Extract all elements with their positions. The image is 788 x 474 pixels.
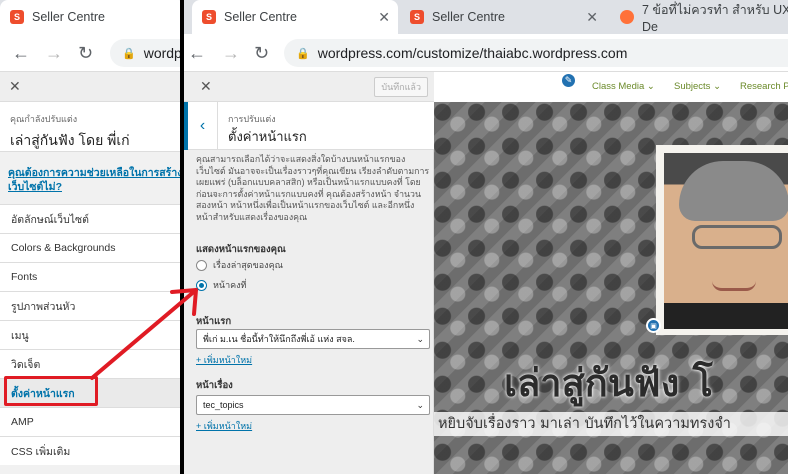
forward-icon[interactable]: → — [222, 43, 240, 64]
shopee-icon: S — [10, 10, 24, 24]
menu-additional-css[interactable]: CSS เพิ่มเติม — [0, 436, 186, 465]
nav-subjects[interactable]: Subjects ⌄ — [674, 81, 721, 92]
tab-bar: S Seller Centre — [0, 0, 186, 34]
posts-page-select[interactable]: tec_topics ⌄ — [196, 395, 430, 415]
address-bar: ← → ↻ 🔒 wordpr — [0, 34, 186, 72]
shopee-icon: S — [202, 10, 216, 24]
radio-button-selected[interactable] — [196, 279, 207, 291]
back-chevron-icon[interactable]: ‹ — [184, 102, 218, 150]
tab-bar: S Seller Centre ✕ S Seller Centre ✕ 7 ข้… — [184, 0, 788, 34]
tab-title: Seller Centre — [32, 10, 105, 24]
section-title: ตั้งค่าหน้าแรก — [228, 129, 307, 144]
menu-amp[interactable]: AMP — [0, 407, 186, 436]
reload-icon[interactable]: ↻ — [254, 43, 269, 64]
image-edit-icon[interactable]: ▣ — [646, 318, 661, 333]
firefox-icon — [620, 10, 634, 24]
customizer-menu: อัตลักษณ์เว็บไซต์ Colors & Backgrounds F… — [0, 204, 186, 465]
menu-fonts[interactable]: Fonts — [0, 262, 186, 291]
site-title: เล่าสู่กันฟัง โดย พี่เก่ — [10, 132, 130, 148]
homepage-select[interactable]: พี่เก่ ม.เน ชื่อนี้ทำให้นึกถึงพี่เอ้ แห่… — [196, 329, 430, 349]
menu-header-image[interactable]: รูปภาพส่วนหัว — [0, 291, 186, 320]
address-bar: ← → ↻ 🔒 wordpress.com/customize/thaiabc.… — [184, 34, 788, 72]
customizing-label: คุณกำลังปรับแต่ง — [10, 114, 78, 124]
preview-nav: Class Media ⌄ Subjects ⌄ Research Pa — [434, 72, 788, 102]
back-icon[interactable]: ← — [12, 43, 30, 64]
menu-menus[interactable]: เมนู — [0, 320, 186, 349]
radio-label: เรื่องล่าสุดของคุณ — [213, 260, 283, 270]
section-description: คุณสามารถเลือกได้ว่าจะแสดงสิ่งใดบ้างบนหน… — [196, 154, 430, 222]
tab-ux-article[interactable]: 7 ข้อที่ไม่ควรทำ สำหรับ UX De — [610, 0, 788, 34]
menu-site-identity[interactable]: อัตลักษณ์เว็บไซต์ — [0, 204, 186, 233]
tab-seller-centre-active[interactable]: S Seller Centre ✕ — [192, 0, 398, 34]
forward-icon[interactable]: → — [45, 43, 63, 64]
back-icon[interactable]: ← — [188, 43, 206, 64]
nav-research[interactable]: Research Pa — [740, 81, 788, 92]
tab-title: 7 ข้อที่ไม่ควรทำ สำหรับ UX De — [642, 3, 788, 34]
radio-latest-posts[interactable]: เรื่องล่าสุดของคุณ — [196, 258, 283, 272]
homepage-label: หน้าแรก — [196, 316, 232, 327]
section-header: ‹ การปรับแต่ง ตั้งค่าหน้าแรก — [184, 102, 434, 150]
close-icon[interactable]: ✕ — [200, 78, 212, 95]
pencil-edit-icon[interactable]: ✎ — [560, 72, 577, 89]
right-screenshot: S Seller Centre ✕ S Seller Centre ✕ 7 ข้… — [184, 0, 788, 474]
tab-close-icon[interactable]: ✕ — [586, 9, 598, 26]
lock-icon: 🔒 — [122, 47, 136, 60]
add-new-page-link[interactable]: + เพิ่มหน้าใหม่ — [196, 353, 252, 367]
tab-seller-centre[interactable]: S Seller Centre — [0, 0, 186, 34]
profile-photo — [656, 145, 788, 335]
saved-button[interactable]: บันทึกแล้ว — [374, 77, 428, 97]
chevron-down-icon: ⌄ — [416, 334, 424, 344]
add-new-page-link-2[interactable]: + เพิ่มหน้าใหม่ — [196, 419, 252, 433]
shopee-icon: S — [410, 10, 424, 24]
customizer-header: ✕ บันทึกแล้ว — [184, 72, 434, 102]
menu-colors-backgrounds[interactable]: Colors & Backgrounds — [0, 233, 186, 262]
preview-tagline: หยิบจับเรื่องราว มาเล่า บันทึกไว้ในความท… — [434, 412, 788, 436]
homepage-select-value: พี่เก่ ม.เน ชื่อนี้ทำให้นึกถึงพี่เอ้ แห่… — [203, 334, 355, 344]
tab-seller-centre-2[interactable]: S Seller Centre ✕ — [400, 0, 606, 34]
radio-label: หน้าคงที่ — [213, 280, 247, 290]
customizer-header: ✕ — [0, 72, 186, 102]
close-icon[interactable]: ✕ — [9, 78, 21, 95]
radio-static-page[interactable]: หน้าคงที่ — [196, 278, 247, 292]
site-preview: Class Media ⌄ Subjects ⌄ Research Pa ▣ เ… — [434, 72, 788, 474]
tab-close-icon[interactable]: ✕ — [378, 9, 390, 26]
posts-select-value: tec_topics — [203, 400, 244, 410]
url-field[interactable]: 🔒 wordpr — [110, 39, 186, 67]
section-breadcrumb: การปรับแต่ง — [228, 114, 276, 124]
url-text: wordpress.com/customize/thaiabc.wordpres… — [317, 45, 628, 61]
portrait-image — [664, 153, 788, 329]
preview-site-title: เล่าสู่กันฟัง โ — [504, 361, 713, 405]
menu-widgets[interactable]: วิดเจ็ต — [0, 349, 186, 378]
tab-title: Seller Centre — [432, 10, 505, 24]
display-label: แสดงหน้าแรกของคุณ — [196, 244, 286, 255]
tab-title: Seller Centre — [224, 10, 297, 24]
radio-button[interactable] — [196, 259, 207, 271]
customizer-title-box: คุณกำลังปรับแต่ง เล่าสู่กันฟัง โดย พี่เก… — [0, 102, 186, 152]
nav-class-media[interactable]: Class Media ⌄ — [592, 81, 655, 92]
posts-page-label: หน้าเรื่อง — [196, 380, 233, 391]
chevron-down-icon: ⌄ — [416, 400, 424, 410]
lock-icon: 🔒 — [296, 47, 310, 60]
reload-icon[interactable]: ↻ — [78, 43, 93, 64]
annotation-highlight-box — [4, 376, 98, 406]
homepage-settings-panel: ‹ การปรับแต่ง ตั้งค่าหน้าแรก คุณสามารถเล… — [184, 102, 434, 474]
url-field[interactable]: 🔒 wordpress.com/customize/thaiabc.wordpr… — [284, 39, 788, 67]
help-link[interactable]: คุณต้องการความช่วยเหลือในการสร้างเว็บไซต… — [8, 166, 186, 194]
